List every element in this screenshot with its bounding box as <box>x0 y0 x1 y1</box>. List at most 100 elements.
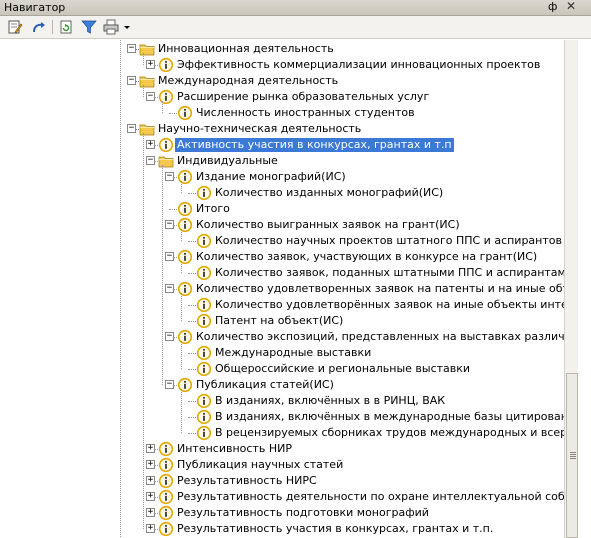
tree-item-label: Расширение рынка образовательных услуг <box>177 90 430 103</box>
indicator-icon <box>158 489 174 505</box>
tree-indicator-row[interactable]: В рецензируемых сборниках трудов междуна… <box>0 425 564 441</box>
indicator-icon <box>177 281 193 297</box>
tree-indicator-row[interactable]: Патент на объект(ИС) <box>0 313 564 329</box>
folder-icon <box>139 41 155 57</box>
indicator-icon <box>196 409 212 425</box>
tree-indicator-row[interactable]: + Публикация научных статей <box>0 457 564 473</box>
pin-icon[interactable]: ф <box>548 0 557 13</box>
tree-item-label: Численность иностранных студентов <box>196 106 415 119</box>
indicator-icon <box>158 137 174 153</box>
tree-item-label: Публикация научных статей <box>177 458 344 471</box>
expand-toggle[interactable]: + <box>146 140 155 149</box>
collapse-toggle[interactable]: − <box>165 284 174 293</box>
tree-guide-line <box>180 261 182 273</box>
tree-item-label: В изданиях, включённых в международные б… <box>215 410 564 423</box>
refresh-icon[interactable] <box>58 19 74 35</box>
tree-indicator-row[interactable]: − Количество удовлетворенных заявок на па… <box>0 281 564 297</box>
tree-item-label: Издание монографий(ИС) <box>196 170 346 183</box>
tree-item-label: Результативность НИРС <box>177 474 317 487</box>
indicator-icon <box>177 217 193 233</box>
close-icon[interactable]: ✕ <box>566 0 576 13</box>
expand-toggle[interactable]: + <box>146 444 155 453</box>
tree-indicator-row[interactable]: Численность иностранных студентов <box>0 105 564 121</box>
tree-indicator-row[interactable]: В изданиях, включённых в в РИНЦ, ВАК <box>0 393 564 409</box>
tree-indicator-row[interactable]: + Активность участия в конкурсах, грантах… <box>0 137 564 153</box>
expand-toggle[interactable]: + <box>146 508 155 517</box>
tree-folder-row[interactable]: − Индивидуальные <box>0 153 564 169</box>
tree-indicator-row[interactable]: Общероссийские и региональные выставки <box>0 361 564 377</box>
tree-indicator-row[interactable]: + Результативность участия в конкурсах, г… <box>0 521 564 537</box>
tree-folder-row[interactable]: − Научно-техническая деятельность <box>0 121 564 137</box>
indicator-icon <box>177 377 193 393</box>
collapse-toggle[interactable]: − <box>165 220 174 229</box>
tree-indicator-row[interactable]: + Результативность НИРС <box>0 473 564 489</box>
tree-indicator-row[interactable]: − Количество заявок, участвующих в конкур… <box>0 249 564 265</box>
indicator-icon <box>158 457 174 473</box>
collapse-toggle[interactable]: − <box>165 252 174 261</box>
tree-indicator-row[interactable]: − Количество экспозиций, представленных н… <box>0 329 564 345</box>
tree-guide-line <box>161 101 163 113</box>
expand-toggle[interactable]: + <box>146 524 155 533</box>
vertical-scrollbar[interactable] <box>564 40 579 538</box>
folder-icon <box>139 121 155 137</box>
expand-toggle[interactable]: + <box>146 476 155 485</box>
tree-indicator-row[interactable]: − Издание монографий(ИС) <box>0 169 564 185</box>
tree-indicator-row[interactable]: + Результативность деятельности по охране… <box>0 489 564 505</box>
tree-folder-row[interactable]: − Международная деятельность <box>0 73 564 89</box>
expand-toggle[interactable]: + <box>146 60 155 69</box>
window-title: Навигатор <box>4 1 66 14</box>
tree-indicator-row[interactable]: + Эффективность коммерциализации инноваци… <box>0 57 564 73</box>
filter-icon[interactable] <box>81 19 97 35</box>
expand-toggle[interactable]: + <box>146 492 155 501</box>
tree-indicator-row[interactable]: Итого <box>0 201 564 217</box>
grip-line <box>570 458 576 459</box>
tree-guide-line <box>180 293 182 321</box>
tree-indicator-row[interactable]: − Публикация статей(ИС) <box>0 377 564 393</box>
tree-item-label: Количество удовлетворённых заявок на ины… <box>215 298 564 311</box>
tree-folder-row[interactable]: − Инновационная деятельность <box>0 41 564 57</box>
collapse-toggle[interactable]: − <box>165 380 174 389</box>
tree-item-label: Количество заявок, поданных штатными ППС… <box>215 266 564 279</box>
indicator-icon <box>196 313 212 329</box>
tree-item-label: В рецензируемых сборниках трудов междуна… <box>215 426 564 439</box>
tree-item-label: Количество выигранных заявок на грант(ИС… <box>196 218 460 231</box>
folder-icon <box>139 73 155 89</box>
tree-indicator-row[interactable]: Количество удовлетворённых заявок на ины… <box>0 297 564 313</box>
collapse-toggle[interactable]: − <box>127 76 136 85</box>
collapse-toggle[interactable]: − <box>165 172 174 181</box>
tree-indicator-row[interactable]: Количество научных проектов штатного ППС… <box>0 233 564 249</box>
tree-indicator-row[interactable]: + Интенсивность НИР <box>0 441 564 457</box>
indicator-icon <box>196 393 212 409</box>
scrollbar-thumb[interactable] <box>566 373 578 538</box>
tree-guide-line <box>180 229 182 241</box>
tree-guide-line <box>142 133 144 529</box>
tree-item-label: Количество заявок, участвующих в конкурс… <box>196 250 538 263</box>
tree-item-label: Результативность участия в конкурсах, гр… <box>177 522 494 535</box>
tree-item-label: Итого <box>196 202 230 215</box>
collapse-toggle[interactable]: − <box>127 44 136 53</box>
print-icon[interactable] <box>103 19 119 35</box>
tree-guide-line <box>142 53 144 65</box>
tree-guide-line <box>180 341 182 369</box>
collapse-toggle[interactable]: − <box>146 92 155 101</box>
grip-line <box>570 454 576 455</box>
indicator-icon <box>158 473 174 489</box>
tree-indicator-row[interactable]: Международные выставки <box>0 345 564 361</box>
chevron-down-icon[interactable] <box>119 19 130 35</box>
collapse-toggle[interactable]: − <box>146 156 155 165</box>
expand-toggle[interactable]: + <box>146 460 155 469</box>
edit-icon[interactable] <box>7 19 23 35</box>
collapse-toggle[interactable]: − <box>165 332 174 341</box>
collapse-toggle[interactable]: − <box>127 124 136 133</box>
tree-indicator-row[interactable]: + Результативность подготовки монографий <box>0 505 564 521</box>
tree-indicator-row[interactable]: − Расширение рынка образовательных услуг <box>0 89 564 105</box>
tree-indicator-row[interactable]: Количество заявок, поданных штатными ППС… <box>0 265 564 281</box>
tree-item-label: Количество научных проектов штатного ППС… <box>215 234 564 247</box>
tree-item-label: Индивидуальные <box>177 154 278 167</box>
tree-indicator-row[interactable]: В изданиях, включённых в международные б… <box>0 409 564 425</box>
tree-indicator-row[interactable]: Количество изданных монографий(ИС) <box>0 185 564 201</box>
tree-indicator-row[interactable]: − Количество выигранных заявок на грант(И… <box>0 217 564 233</box>
tree-item-label: Активность участия в конкурсах, грантах … <box>175 138 454 152</box>
indicator-icon <box>177 105 193 121</box>
redo-icon[interactable] <box>31 19 47 35</box>
